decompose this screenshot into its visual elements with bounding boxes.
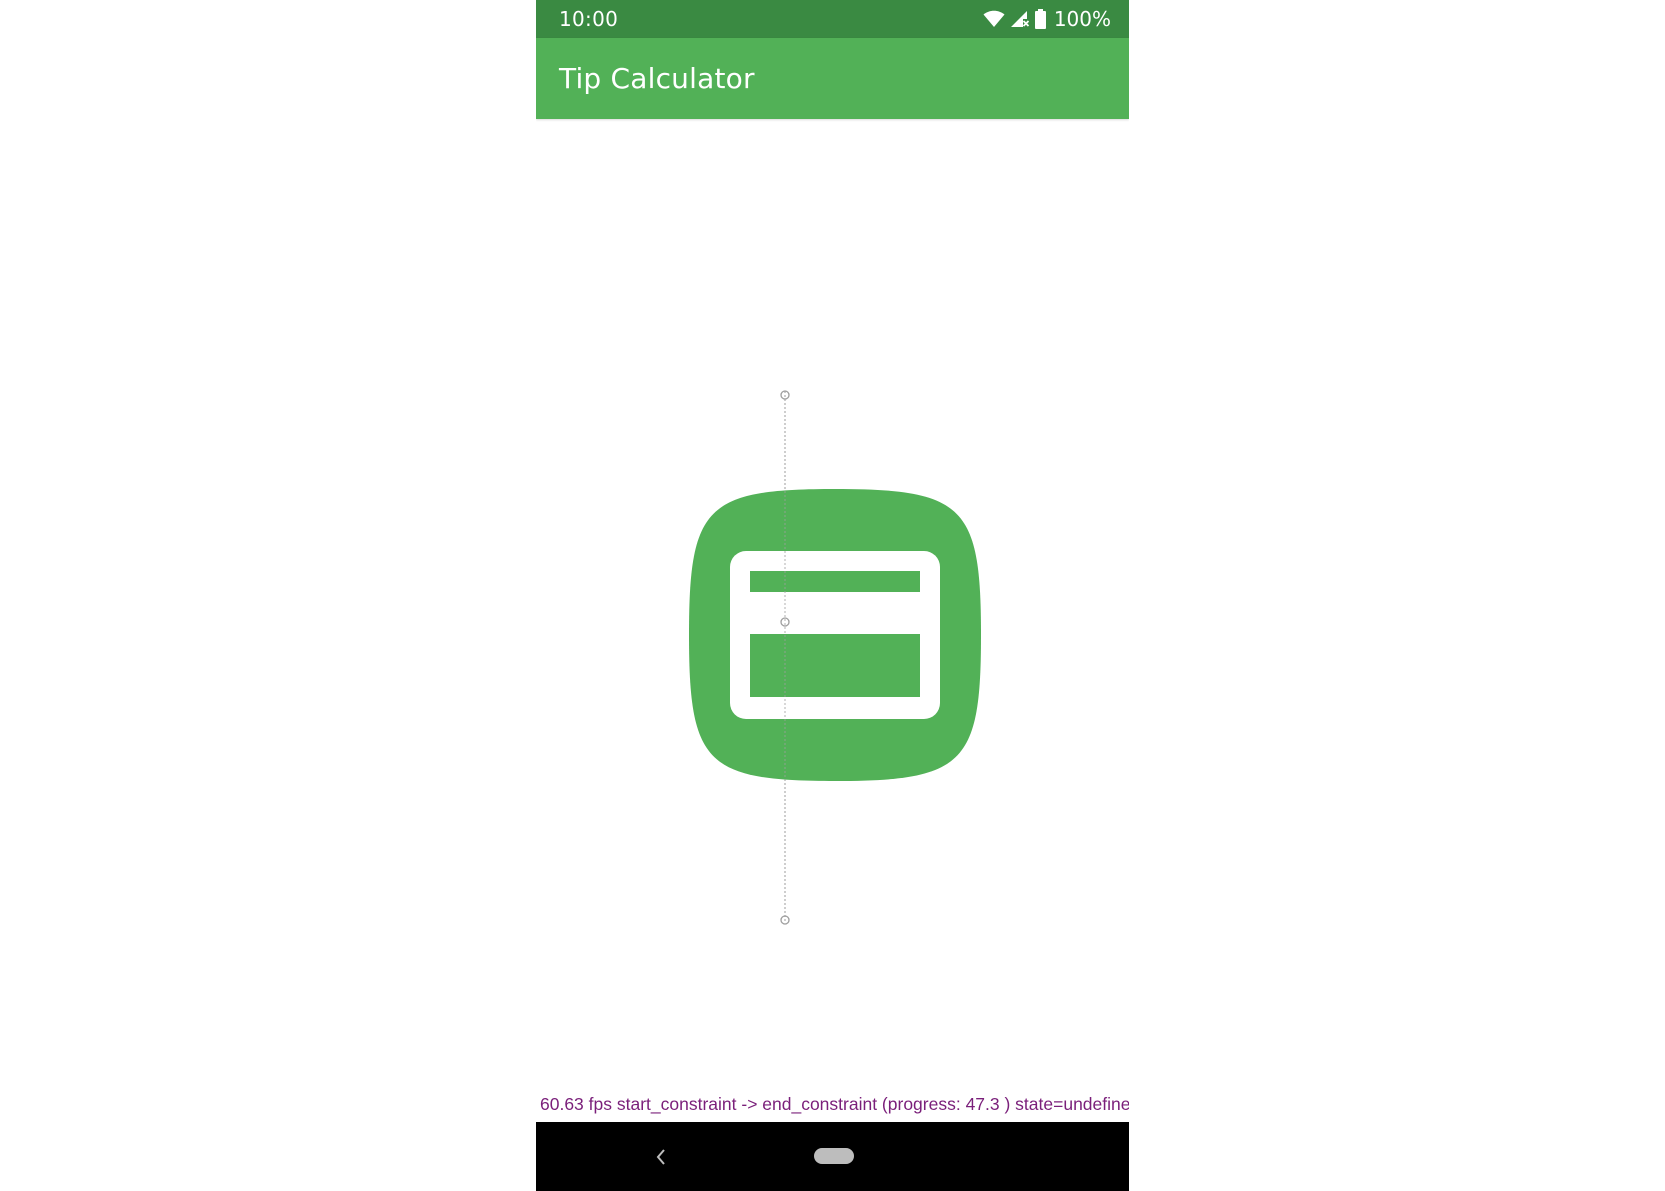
status-icons: 100% (983, 5, 1111, 33)
battery-percent: 100% (1053, 7, 1111, 31)
home-pill-icon[interactable] (814, 1148, 854, 1164)
wifi-icon (983, 10, 1005, 28)
motion-path-overlay (780, 390, 790, 925)
end-anchor-point (780, 915, 790, 925)
motionlayout-debug-text: 60.63 fps start_constraint -> end_constr… (540, 1094, 1129, 1114)
back-icon[interactable] (654, 1146, 668, 1168)
status-time: 10:00 (559, 7, 619, 31)
navigation-bar (536, 1122, 1129, 1191)
cell-signal-icon (1010, 10, 1030, 28)
phone-screen: 10:00 100% Tip Calculator 60.63 fps star… (536, 0, 1129, 1191)
status-bar: 10:00 100% (536, 0, 1129, 38)
main-content: 60.63 fps start_constraint -> end_constr… (536, 119, 1129, 1122)
app-bar: Tip Calculator (536, 38, 1129, 119)
app-title: Tip Calculator (559, 62, 755, 95)
battery-icon (1034, 9, 1046, 29)
